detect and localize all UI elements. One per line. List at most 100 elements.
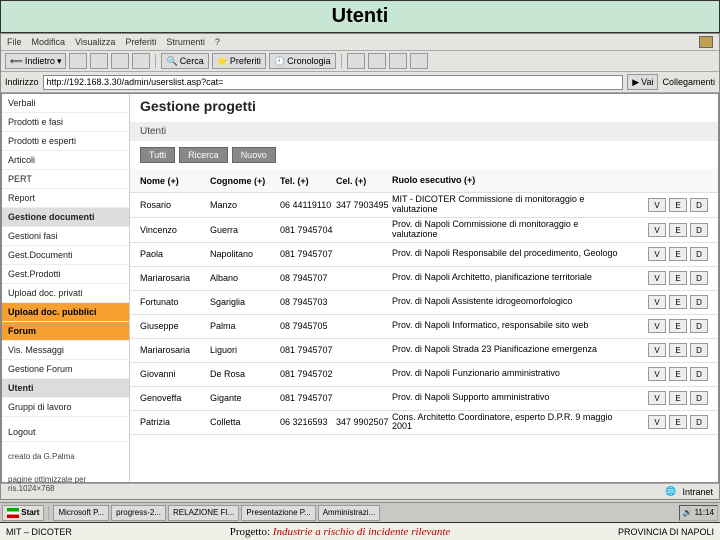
row-action-v[interactable]: V xyxy=(648,295,666,309)
taskbar-item[interactable]: RELAZIONE FI... xyxy=(168,505,239,521)
table-row: VincenzoGuerra081 7945704Prov. di Napoli… xyxy=(130,218,718,243)
taskbar-item[interactable]: Microsoft P... xyxy=(53,505,109,521)
page-title: Gestione progetti xyxy=(130,94,718,118)
forward-button[interactable] xyxy=(69,53,87,69)
table-row: GiuseppePalma08 7945705Prov. di Napoli I… xyxy=(130,315,718,339)
row-action-v[interactable]: V xyxy=(648,223,666,237)
sidebar-item[interactable]: Report xyxy=(2,189,129,208)
start-button[interactable]: Start xyxy=(2,505,44,521)
sidebar-item[interactable]: Upload doc. privati xyxy=(2,284,129,303)
tabs-row: Tutti Ricerca Nuovo xyxy=(130,145,718,165)
row-action-v[interactable]: V xyxy=(648,247,666,261)
row-action-d[interactable]: D xyxy=(690,367,708,381)
row-action-d[interactable]: D xyxy=(690,295,708,309)
sidebar-item[interactable]: Gest.Documenti xyxy=(2,246,129,265)
home-button[interactable] xyxy=(132,53,150,69)
row-action-v[interactable]: V xyxy=(648,319,666,333)
sidebar-item[interactable]: Upload doc. pubblici xyxy=(2,303,129,322)
sidebar-item[interactable]: Vis. Messaggi xyxy=(2,341,129,360)
tab-search[interactable]: Ricerca xyxy=(179,147,228,163)
menu-file[interactable]: File xyxy=(7,37,22,47)
row-action-e[interactable]: E xyxy=(669,319,687,333)
logout-link[interactable]: Logout xyxy=(2,423,129,442)
cell-cognome: Albano xyxy=(210,273,280,283)
row-action-v[interactable]: V xyxy=(648,391,666,405)
row-action-d[interactable]: D xyxy=(690,415,708,429)
taskbar-item[interactable]: Presentazione P... xyxy=(241,505,315,521)
tray-icon[interactable]: 🔊 xyxy=(683,508,693,517)
menu-favorites[interactable]: Preferiti xyxy=(125,37,156,47)
row-action-e[interactable]: E xyxy=(669,367,687,381)
history-button[interactable]: 🕘 Cronologia xyxy=(269,53,336,69)
row-action-v[interactable]: V xyxy=(648,271,666,285)
row-action-e[interactable]: E xyxy=(669,223,687,237)
row-action-d[interactable]: D xyxy=(690,223,708,237)
col-ruolo[interactable]: Ruolo esecutivo (+) xyxy=(392,176,628,186)
favorites-button[interactable]: ⭐ Preferiti xyxy=(212,53,266,69)
row-action-e[interactable]: E xyxy=(669,271,687,285)
col-cel[interactable]: Cel. (+) xyxy=(336,176,392,186)
sidebar-item[interactable]: Articoli xyxy=(2,151,129,170)
table-row: PatriziaColletta06 3216593347 9902507Con… xyxy=(130,411,718,436)
row-action-e[interactable]: E xyxy=(669,391,687,405)
sidebar-item[interactable]: Gestione documenti xyxy=(2,208,129,227)
sidebar-item[interactable]: Gruppi di lavoro xyxy=(2,398,129,417)
links-label[interactable]: Collegamenti xyxy=(662,77,715,87)
go-button[interactable]: ▶ Vai xyxy=(627,74,658,90)
sidebar-item[interactable]: Utenti xyxy=(2,379,129,398)
col-nome[interactable]: Nome (+) xyxy=(140,176,210,186)
address-input[interactable] xyxy=(43,75,624,90)
sidebar-item[interactable]: Prodotti e fasi xyxy=(2,113,129,132)
row-action-d[interactable]: D xyxy=(690,319,708,333)
cell-ruolo: Prov. di Napoli Informatico, responsabil… xyxy=(392,321,628,331)
tab-new[interactable]: Nuovo xyxy=(232,147,276,163)
browser-window: File Modifica Visualizza Preferiti Strum… xyxy=(0,33,720,500)
print-button[interactable] xyxy=(368,53,386,69)
tab-all[interactable]: Tutti xyxy=(140,147,175,163)
row-action-e[interactable]: E xyxy=(669,247,687,261)
edit-button[interactable] xyxy=(389,53,407,69)
menubar: File Modifica Visualizza Preferiti Strum… xyxy=(1,34,719,51)
taskbar-item[interactable]: progress-2... xyxy=(111,505,166,521)
cell-tel: 081 7945704 xyxy=(280,225,336,235)
row-action-d[interactable]: D xyxy=(690,198,708,212)
sidebar-item[interactable]: Gestioni fasi xyxy=(2,227,129,246)
menu-edit[interactable]: Modifica xyxy=(32,37,66,47)
row-action-e[interactable]: E xyxy=(669,343,687,357)
row-action-d[interactable]: D xyxy=(690,343,708,357)
mail-button[interactable] xyxy=(347,53,365,69)
row-action-v[interactable]: V xyxy=(648,198,666,212)
row-action-d[interactable]: D xyxy=(690,271,708,285)
row-action-e[interactable]: E xyxy=(669,415,687,429)
taskbar-item[interactable]: Amministrazi... xyxy=(318,505,380,521)
back-button[interactable]: ⟸ Indietro ▾ xyxy=(5,53,66,69)
sidebar-item[interactable]: Verbali xyxy=(2,94,129,113)
system-tray[interactable]: 🔊 11:14 xyxy=(679,505,718,521)
row-action-v[interactable]: V xyxy=(648,343,666,357)
refresh-button[interactable] xyxy=(111,53,129,69)
col-tel[interactable]: Tel. (+) xyxy=(280,176,336,186)
cell-ruolo: Prov. di Napoli Supporto amministrativo xyxy=(392,393,628,403)
row-action-v[interactable]: V xyxy=(648,415,666,429)
sidebar-item[interactable]: Gestione Forum xyxy=(2,360,129,379)
stop-button[interactable] xyxy=(90,53,108,69)
menu-tools[interactable]: Strumenti xyxy=(166,37,205,47)
menu-help[interactable]: ? xyxy=(215,37,220,47)
col-cognome[interactable]: Cognome (+) xyxy=(210,176,280,186)
row-action-d[interactable]: D xyxy=(690,391,708,405)
cell-nome: Rosario xyxy=(140,200,210,210)
row-action-v[interactable]: V xyxy=(648,367,666,381)
sidebar-item[interactable]: Forum xyxy=(2,322,129,341)
sidebar-item[interactable]: PERT xyxy=(2,170,129,189)
menu-view[interactable]: Visualizza xyxy=(75,37,115,47)
cell-ruolo: Prov. di Napoli Architetto, pianificazio… xyxy=(392,273,628,283)
row-action-d[interactable]: D xyxy=(690,247,708,261)
content-area: VerbaliProdotti e fasiProdotti e esperti… xyxy=(1,93,719,483)
row-action-e[interactable]: E xyxy=(669,198,687,212)
sidebar-item[interactable]: Gest.Prodotti xyxy=(2,265,129,284)
zone-label: Intranet xyxy=(682,487,713,497)
sidebar-item[interactable]: Prodotti e esperti xyxy=(2,132,129,151)
row-action-e[interactable]: E xyxy=(669,295,687,309)
discuss-button[interactable] xyxy=(410,53,428,69)
search-button[interactable]: 🔍 Cerca xyxy=(161,53,208,69)
